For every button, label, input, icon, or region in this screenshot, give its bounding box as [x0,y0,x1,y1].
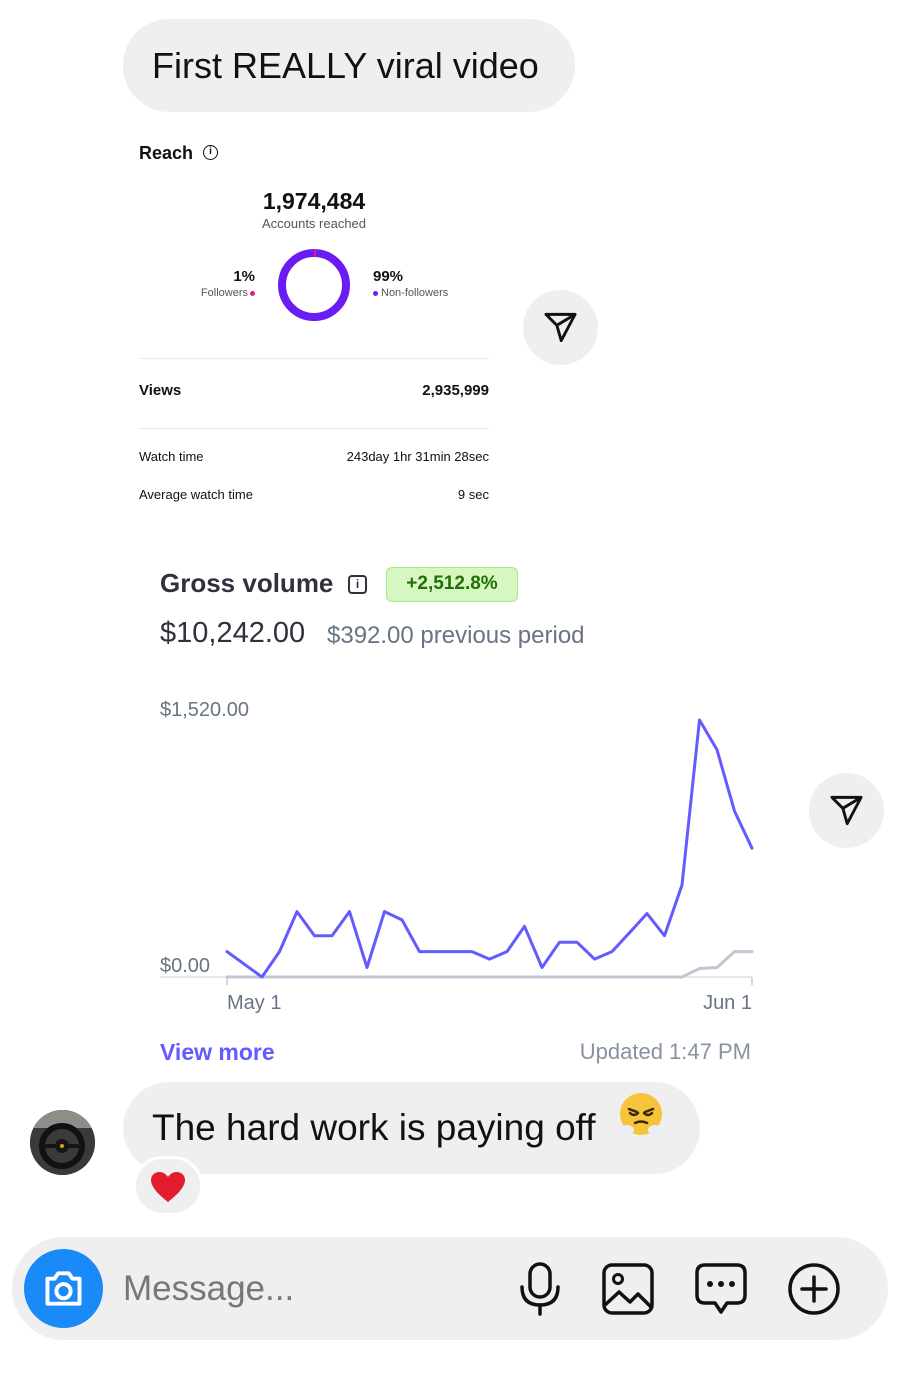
average-watch-time-label: Average watch time [139,487,253,502]
message-input[interactable] [123,1262,493,1316]
chart-series-line [225,950,754,979]
gallery-icon[interactable] [600,1261,656,1317]
followers-legend-dot [250,291,255,296]
send-icon [830,795,863,826]
followers-label: Followers [200,287,248,299]
y-tick-label: $1,520.00 [160,699,249,721]
non-followers-arc [278,249,350,321]
sticker-icon[interactable] [693,1261,749,1317]
reach-donut-chart [278,249,350,321]
microphone-icon[interactable] [517,1261,563,1317]
views-label: Views [139,382,182,399]
non-followers-percent: 99% [373,268,404,285]
message-bubble-top[interactable]: First REALLY viral video [123,19,575,112]
watch-time-label: Watch time [139,449,204,464]
message-text: The hard work is paying off [152,1107,596,1148]
views-value: 2,935,999 [422,382,489,399]
camera-icon [45,1271,82,1306]
y-tick-label: $0.00 [160,955,210,977]
plus-circle-icon[interactable] [786,1261,842,1317]
x-tick-label: Jun 1 [703,992,752,1014]
watch-time-value: 243day 1hr 31min 28sec [346,449,489,464]
chart-series-line [225,718,754,979]
gross-volume-amount: $10,242.00 [160,617,306,649]
non-followers-legend-dot [373,291,378,296]
average-watch-time-value: 9 sec [457,487,489,502]
gross-volume-chart: $1,520.00 $0.00 May 1 Jun 1 [160,699,754,1014]
info-icon[interactable]: i [348,575,367,594]
share-button[interactable] [523,290,598,365]
followers-percent: 1% [233,268,255,285]
non-followers-label: Non-followers [381,287,449,299]
change-badge: +2,512.8% [386,567,518,602]
accounts-reached-label: Accounts reached [261,216,367,231]
divider [139,428,489,429]
avatar[interactable] [30,1110,95,1175]
face-with-steam-from-nose-icon [618,1080,664,1172]
reaction-badge[interactable] [133,1156,203,1216]
send-icon [544,312,577,343]
accounts-reached-value: 1,974,484 [262,188,366,214]
previous-period-amount: $392.00 previous period [327,622,585,649]
x-tick-label: May 1 [227,992,281,1014]
info-icon[interactable]: i [203,145,218,160]
gross-volume-title: Gross volume [160,568,334,598]
view-more-link[interactable]: View more [160,1039,275,1066]
share-button[interactable] [809,773,884,848]
camera-button[interactable] [24,1249,103,1328]
message-bubble-bottom[interactable]: The hard work is paying off [123,1082,700,1174]
message-text: First REALLY viral video [152,45,539,86]
red-heart-icon [151,1172,185,1202]
reach-title: Reach [139,143,194,163]
updated-timestamp: Updated 1:47 PM [579,1039,751,1064]
divider [139,358,489,359]
steering-wheel-photo [30,1110,95,1175]
